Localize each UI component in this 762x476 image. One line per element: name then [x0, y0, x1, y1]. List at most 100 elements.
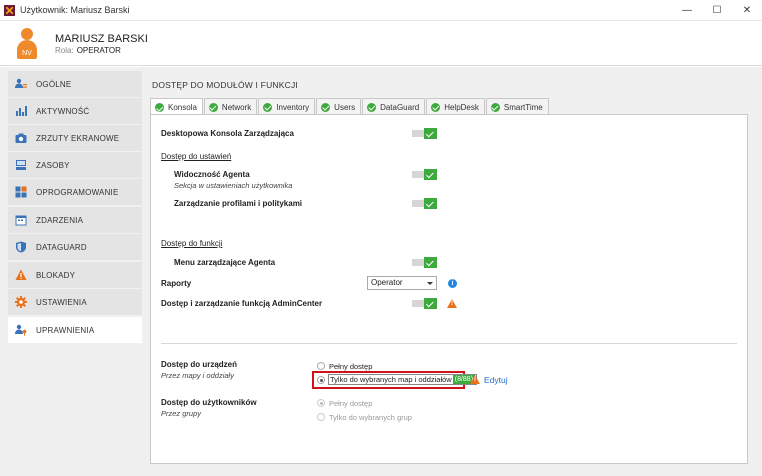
- user-settings-icon: [15, 78, 27, 90]
- check-icon: [367, 102, 377, 112]
- shield-icon: [15, 241, 27, 253]
- devices-full-access-radio[interactable]: [317, 362, 325, 370]
- tab-helpdesk[interactable]: HelpDesk: [426, 98, 485, 115]
- desktop-console-label: Desktopowa Konsola Zarządzająca: [161, 129, 294, 138]
- tab-inventory[interactable]: Inventory: [258, 98, 316, 115]
- sidebar-item-activity[interactable]: AKTYWNOŚĆ: [8, 98, 142, 124]
- tab-label: SmartTime: [503, 102, 543, 112]
- sidebar-item-screenshots[interactable]: ZRZUTY EKRANOWE: [8, 125, 142, 151]
- activity-chart-icon: [15, 105, 27, 117]
- tab-network[interactable]: Network: [203, 98, 258, 115]
- sidebar-item-software[interactable]: OPROGRAMOWANIE: [8, 179, 142, 205]
- users-access-title: Dostęp do użytkowników: [161, 398, 257, 407]
- users-full-access-label: Pełny dostęp: [329, 399, 373, 408]
- minimize-button[interactable]: —: [672, 0, 702, 21]
- check-icon: [208, 102, 218, 112]
- check-icon: [424, 128, 437, 139]
- devices-access-title: Dostęp do urządzeń: [161, 360, 238, 369]
- check-icon: [424, 169, 437, 180]
- toggle-track: [412, 300, 424, 307]
- devices-selected-maps-label: Tylko do wybranych map i oddziałów (8/88): [328, 374, 478, 385]
- sidebar-item-label: ZASOBY: [36, 160, 70, 170]
- users-access-sub: Przez grupy: [161, 409, 202, 418]
- settings-access-heading: Dostęp do ustawień: [161, 152, 232, 161]
- window-title: Użytkownik: Mariusz Barski: [20, 5, 130, 15]
- module-tabs: Konsola Network Inventory Users DataGuar…: [150, 98, 550, 116]
- role-value: OPERATOR: [76, 46, 121, 55]
- sidebar-item-label: BLOKADY: [36, 270, 76, 280]
- profiles-policies-label: Zarządzanie profilami i politykami: [174, 199, 303, 208]
- check-icon: [431, 102, 441, 112]
- devices-access-sub: Przez mapy i oddziały: [161, 371, 234, 380]
- profiles-policies-toggle[interactable]: [412, 198, 438, 209]
- check-icon: [424, 198, 437, 209]
- agent-visibility-toggle[interactable]: [412, 169, 438, 180]
- sidebar-item-general[interactable]: OGÓLNE: [8, 71, 142, 97]
- avatar-initials: NV: [17, 49, 37, 59]
- check-icon: [490, 102, 500, 112]
- users-selected-groups-label: Tylko do wybranych grup: [329, 413, 412, 422]
- calendar-icon: [15, 214, 27, 226]
- tab-panel-konsola: Desktopowa Konsola Zarządzająca Dostęp d…: [150, 114, 748, 464]
- warning-icon: [470, 375, 480, 384]
- tab-label: DataGuard: [380, 102, 420, 112]
- tab-label: Network: [221, 102, 252, 112]
- users-selected-groups-radio[interactable]: [317, 413, 325, 421]
- sidebar-item-resources[interactable]: ZASOBY: [8, 152, 142, 178]
- maximize-button[interactable]: ☐: [702, 0, 732, 21]
- sidebar-item-label: ZDARZENIA: [36, 215, 84, 225]
- sidebar: OGÓLNE AKTYWNOŚĆ ZRZUTY EKRANOWE ZASOBY …: [0, 67, 142, 476]
- chevron-down-icon: [427, 282, 433, 285]
- edit-link[interactable]: Edytuj: [484, 375, 508, 385]
- tab-label: HelpDesk: [444, 102, 479, 112]
- avatar-head: [21, 28, 33, 40]
- toggle-track: [412, 200, 424, 207]
- functions-access-heading: Dostęp do funkcji: [161, 239, 223, 248]
- reports-label: Raporty: [161, 279, 192, 288]
- tab-users[interactable]: Users: [316, 98, 362, 115]
- sidebar-item-permissions[interactable]: UPRAWNIENIA: [8, 317, 142, 343]
- agent-menu-label: Menu zarządzające Agenta: [174, 258, 276, 267]
- sidebar-item-dataguard[interactable]: DATAGUARD: [8, 234, 142, 260]
- reports-select[interactable]: Operator: [367, 276, 437, 290]
- sidebar-item-label: ZRZUTY EKRANOWE: [36, 133, 120, 143]
- sidebar-item-label: OPROGRAMOWANIE: [36, 187, 119, 197]
- warning-icon: [15, 269, 27, 281]
- check-icon: [424, 257, 437, 268]
- info-icon[interactable]: i: [448, 279, 457, 288]
- section-title: DOSTĘP DO MODUŁÓW I FUNKCJI: [152, 80, 298, 90]
- toggle-track: [412, 171, 424, 178]
- devices-selected-maps-radio[interactable]: [317, 376, 325, 384]
- tab-dataguard[interactable]: DataGuard: [362, 98, 426, 115]
- close-button[interactable]: ✕: [732, 0, 762, 21]
- divider: [161, 343, 737, 344]
- sidebar-item-label: AKTYWNOŚĆ: [36, 106, 90, 116]
- sidebar-item-events[interactable]: ZDARZENIA: [8, 207, 142, 233]
- sidebar-item-blocks[interactable]: BLOKADY: [8, 262, 142, 288]
- agent-menu-toggle[interactable]: [412, 257, 438, 268]
- tab-label: Inventory: [276, 102, 310, 112]
- title-bar: Użytkownik: Mariusz Barski — ☐ ✕: [0, 0, 762, 21]
- users-full-access-radio[interactable]: [317, 399, 325, 407]
- agent-visibility-sub: Sekcja w ustawieniach użytkownika: [174, 181, 293, 190]
- reports-select-value: Operator: [371, 278, 403, 287]
- desktop-console-toggle[interactable]: [412, 128, 438, 139]
- admincenter-label: Dostęp i zarządzanie funkcją AdminCenter: [161, 299, 323, 308]
- tab-label: Konsola: [168, 103, 197, 112]
- check-icon: [424, 298, 437, 309]
- sidebar-item-label: UPRAWNIENIA: [36, 325, 95, 335]
- check-icon: [263, 102, 273, 112]
- toggle-track: [412, 130, 424, 137]
- tab-smarttime[interactable]: SmartTime: [485, 98, 549, 115]
- hardware-icon: [15, 159, 27, 171]
- sidebar-item-settings[interactable]: USTAWIENIA: [8, 289, 142, 315]
- main-content: DOSTĘP DO MODUŁÓW I FUNKCJI Konsola Netw…: [142, 67, 762, 476]
- toggle-track: [412, 259, 424, 266]
- sidebar-item-label: USTAWIENIA: [36, 297, 87, 307]
- avatar: NV: [15, 28, 39, 59]
- agent-visibility-label: Widoczność Agenta: [174, 170, 250, 179]
- check-icon: [321, 102, 331, 112]
- camera-icon: [15, 132, 27, 144]
- warning-icon: [447, 299, 457, 308]
- admincenter-toggle[interactable]: [412, 298, 438, 309]
